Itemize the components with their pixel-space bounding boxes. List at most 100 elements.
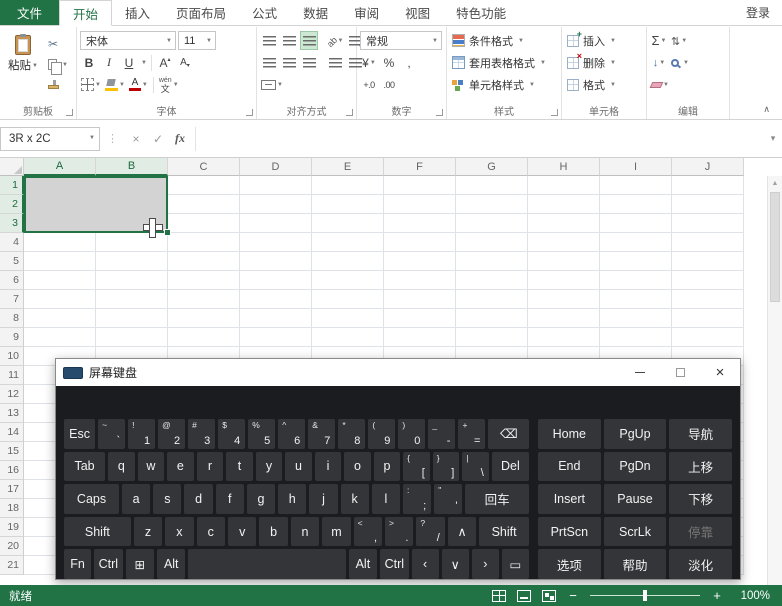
increase-decimal-button[interactable]: +.0 — [360, 75, 378, 94]
number-format-select[interactable]: 常规 — [360, 31, 442, 50]
osk-key-j[interactable]: j — [309, 484, 337, 514]
merge-center-button[interactable] — [260, 75, 284, 94]
osk-maximize-button[interactable] — [660, 359, 700, 386]
osk-key-fade[interactable]: 淡化 — [669, 549, 732, 579]
row-header-13[interactable]: 13 — [0, 404, 24, 423]
column-header-F[interactable]: F — [384, 158, 456, 176]
number-dialog-launcher[interactable] — [436, 109, 443, 116]
format-as-table-button[interactable]: 套用表格格式 — [450, 52, 558, 73]
osk-key-y[interactable]: y — [256, 452, 283, 482]
name-box-arrow-icon[interactable] — [89, 133, 99, 145]
ribbon-tab-page-layout[interactable]: 页面布局 — [163, 0, 239, 25]
osk-key-o[interactable]: o — [344, 452, 371, 482]
osk-key-pause[interactable]: Pause — [604, 484, 667, 514]
osk-key-shift-right[interactable]: Shift — [479, 517, 529, 547]
font-size-select[interactable]: 11 — [178, 31, 216, 50]
autosum-button[interactable]: Σ — [650, 31, 668, 50]
formula-bar-expand-button[interactable]: ▾ — [764, 127, 782, 151]
align-top-button[interactable] — [260, 31, 278, 50]
insert-function-button[interactable]: fx — [169, 127, 191, 151]
osk-key-s[interactable]: s — [153, 484, 181, 514]
osk-key-scrlk[interactable]: ScrLk — [604, 517, 667, 547]
row-header-16[interactable]: 16 — [0, 461, 24, 480]
column-header-E[interactable]: E — [312, 158, 384, 176]
osk-key-3[interactable]: #3 — [188, 419, 215, 449]
osk-key-backquote[interactable]: ~` — [98, 419, 125, 449]
column-header-I[interactable]: I — [600, 158, 672, 176]
osk-key-pgdn[interactable]: PgDn — [604, 452, 667, 482]
row-header-19[interactable]: 19 — [0, 518, 24, 537]
row-header-6[interactable]: 6 — [0, 271, 24, 290]
align-center-button[interactable] — [280, 53, 298, 72]
column-header-J[interactable]: J — [672, 158, 744, 176]
decrease-font-button[interactable]: A — [176, 53, 194, 72]
orientation-button[interactable] — [326, 31, 344, 50]
row-header-17[interactable]: 17 — [0, 480, 24, 499]
font-color-button[interactable]: A — [128, 75, 149, 94]
row-header-18[interactable]: 18 — [0, 499, 24, 518]
cell-styles-button[interactable]: 单元格样式 — [450, 74, 558, 95]
osk-key-quote[interactable]: "' — [434, 484, 462, 514]
osk-key-enter[interactable]: 回车 — [465, 484, 529, 514]
zoom-percentage[interactable]: 100% — [734, 590, 770, 602]
osk-key-b[interactable]: b — [259, 517, 287, 547]
row-header-10[interactable]: 10 — [0, 347, 24, 366]
row-header-8[interactable]: 8 — [0, 309, 24, 328]
osk-key-a[interactable]: a — [122, 484, 150, 514]
conditional-formatting-button[interactable]: 条件格式 — [450, 30, 558, 51]
osk-key-backspace[interactable]: ⌫ — [488, 419, 529, 449]
delete-cells-button[interactable]: 删除 — [565, 52, 643, 73]
osk-key-alt-right[interactable]: Alt — [349, 549, 377, 579]
ribbon-tab-formulas[interactable]: 公式 — [239, 0, 290, 25]
osk-key-dock[interactable]: 停靠 — [669, 517, 732, 547]
osk-key-slash[interactable]: ?/ — [416, 517, 444, 547]
enter-button[interactable]: ✓ — [147, 127, 169, 151]
zoom-out-button[interactable]: − — [567, 588, 579, 603]
name-box[interactable]: 3R x 2C — [0, 127, 100, 151]
row-header-14[interactable]: 14 — [0, 423, 24, 442]
align-right-button[interactable] — [300, 53, 318, 72]
collapse-ribbon-button[interactable]: ∧ — [763, 104, 770, 115]
osk-key-v[interactable]: v — [228, 517, 256, 547]
osk-key-z[interactable]: z — [134, 517, 162, 547]
align-bottom-button[interactable] — [300, 31, 318, 50]
clipboard-dialog-launcher[interactable] — [66, 109, 73, 116]
osk-key-0[interactable]: )0 — [398, 419, 425, 449]
osk-title-bar[interactable]: 屏幕键盘 × — [56, 359, 740, 386]
cut-button[interactable]: ✂ — [46, 34, 70, 54]
osk-key-insert[interactable]: Insert — [538, 484, 601, 514]
find-select-button[interactable] — [670, 53, 690, 72]
insert-cells-button[interactable]: 插入 — [565, 30, 643, 51]
fill-button[interactable]: ↓ — [650, 53, 668, 72]
osk-key-minus[interactable]: _- — [428, 419, 455, 449]
italic-button[interactable]: I — [100, 53, 118, 72]
osk-key-options[interactable]: 选项 — [538, 549, 601, 579]
osk-key-8[interactable]: *8 — [338, 419, 365, 449]
decrease-indent-button[interactable] — [326, 53, 344, 72]
osk-key-x[interactable]: x — [165, 517, 193, 547]
osk-key-pgup[interactable]: PgUp — [604, 419, 667, 449]
ribbon-tab-data[interactable]: 数据 — [290, 0, 341, 25]
ribbon-tab-review[interactable]: 审阅 — [341, 0, 392, 25]
osk-key-m[interactable]: m — [322, 517, 350, 547]
copy-button[interactable] — [46, 54, 70, 74]
osk-key-arrow-down[interactable]: ∨ — [442, 549, 469, 579]
row-header-2[interactable]: 2 — [0, 195, 24, 214]
osk-key-arrow-right[interactable]: › — [472, 549, 499, 579]
osk-key-e[interactable]: e — [167, 452, 194, 482]
underline-button[interactable]: U — [120, 53, 138, 72]
column-header-H[interactable]: H — [528, 158, 600, 176]
zoom-in-button[interactable]: + — [711, 588, 723, 603]
scrollbar-thumb[interactable] — [770, 192, 780, 302]
row-header-9[interactable]: 9 — [0, 328, 24, 347]
format-painter-button[interactable] — [46, 74, 70, 94]
ribbon-tab-features[interactable]: 特色功能 — [443, 0, 519, 25]
accounting-format-button[interactable]: ¥ — [360, 53, 378, 72]
increase-font-button[interactable]: A — [156, 53, 174, 72]
comma-style-button[interactable]: , — [400, 53, 418, 72]
view-normal-button[interactable] — [492, 590, 506, 602]
osk-key-backslash[interactable]: |\ — [462, 452, 489, 482]
osk-key-u[interactable]: u — [285, 452, 312, 482]
column-header-G[interactable]: G — [456, 158, 528, 176]
osk-key-w[interactable]: w — [138, 452, 165, 482]
